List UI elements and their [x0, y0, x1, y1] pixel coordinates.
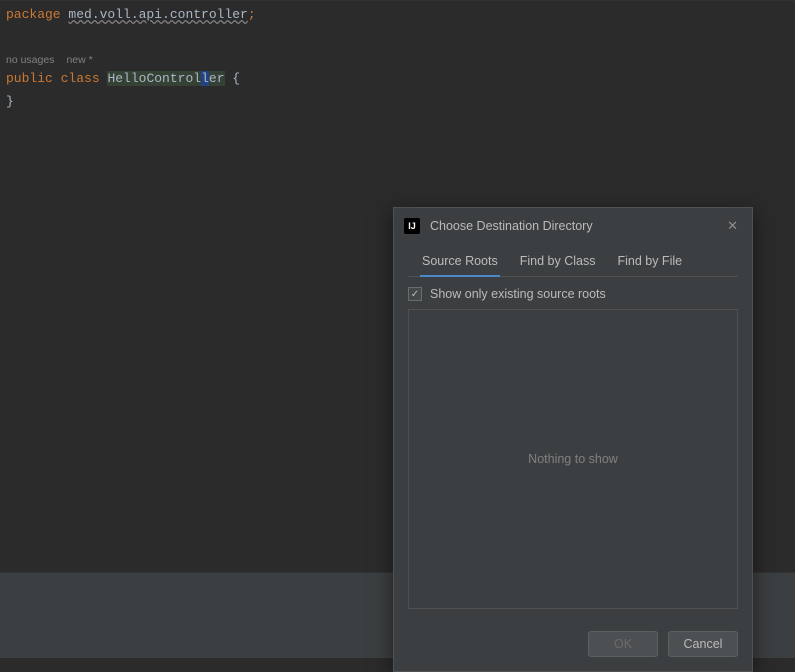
brace-close: } — [6, 94, 14, 109]
keyword-class: class — [61, 71, 100, 86]
text-cursor: l — [201, 71, 209, 86]
keyword-package: package — [6, 7, 61, 22]
empty-state-text: Nothing to show — [528, 452, 618, 466]
dialog-title-text: Choose Destination Directory — [430, 219, 593, 233]
tab-find-by-class[interactable]: Find by Class — [518, 248, 598, 276]
code-line: package med.voll.api.controller; — [0, 4, 795, 26]
show-existing-checkbox[interactable]: ✓ — [408, 287, 422, 301]
blank-line — [0, 26, 795, 48]
semicolon: ; — [248, 7, 256, 22]
inlay-hints: no usages new * — [0, 48, 795, 68]
close-icon[interactable]: ✕ — [723, 216, 742, 236]
class-name: HelloController — [107, 71, 224, 86]
tab-source-roots[interactable]: Source Roots — [420, 248, 500, 276]
keyword-public: public — [6, 71, 53, 86]
checkbox-label: Show only existing source roots — [430, 287, 606, 301]
code-line: public class HelloController { — [0, 68, 795, 90]
intellij-icon: IJ — [404, 218, 420, 234]
brace-open: { — [225, 71, 241, 86]
tab-find-by-file[interactable]: Find by File — [615, 248, 684, 276]
choose-destination-dialog: IJ Choose Destination Directory ✕ Source… — [393, 207, 753, 672]
vcs-hint: new * — [66, 54, 92, 66]
dialog-tabs: Source Roots Find by Class Find by File — [408, 244, 738, 277]
dialog-buttons: OK Cancel — [394, 623, 752, 671]
directory-list-panel[interactable]: Nothing to show — [408, 309, 738, 609]
package-name: med.voll.api.controller — [68, 7, 247, 22]
checkbox-row: ✓ Show only existing source roots — [394, 277, 752, 309]
cancel-button[interactable]: Cancel — [668, 631, 738, 657]
code-editor[interactable]: package med.voll.api.controller; no usag… — [0, 0, 795, 117]
usages-hint: no usages — [6, 54, 54, 66]
ok-button[interactable]: OK — [588, 631, 658, 657]
dialog-titlebar[interactable]: IJ Choose Destination Directory ✕ — [394, 208, 752, 244]
code-line: } — [0, 91, 795, 113]
